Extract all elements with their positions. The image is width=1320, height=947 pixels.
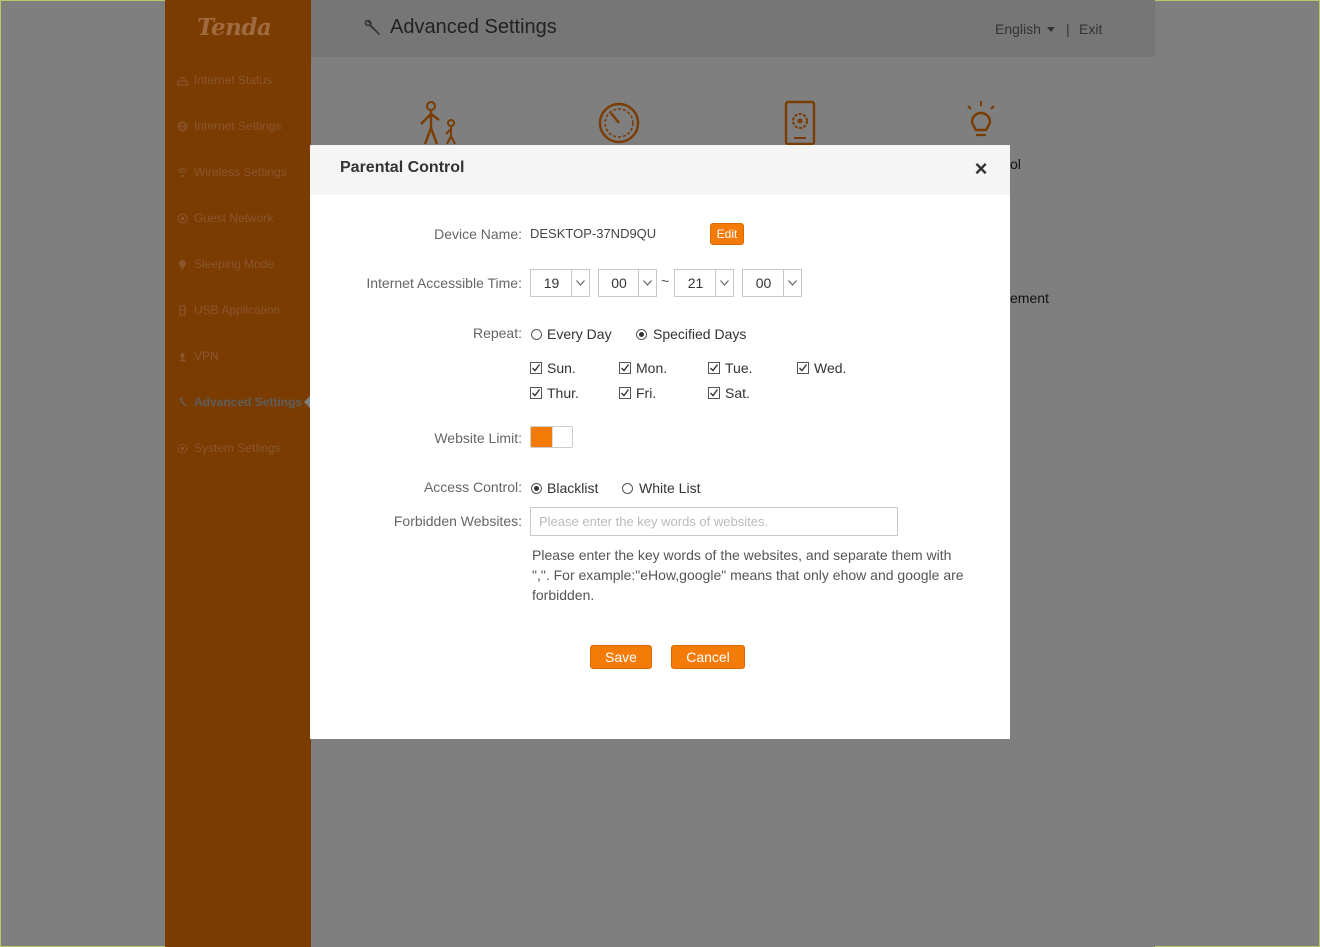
specified-days-radio[interactable]: [636, 329, 647, 340]
day-label: Sun.: [547, 360, 576, 376]
chevron-down-icon: [1047, 27, 1055, 32]
device-settings-icon: [784, 100, 816, 146]
moon-icon: [177, 259, 188, 270]
select-value: 21: [687, 275, 704, 291]
day-checkbox-fri[interactable]: [619, 387, 631, 399]
select-value: 00: [611, 275, 627, 291]
day-checkbox-sat[interactable]: [708, 387, 720, 399]
blacklist-label: Blacklist: [547, 480, 599, 496]
cancel-button[interactable]: Cancel: [671, 645, 745, 669]
page-title: Advanced Settings: [390, 16, 557, 38]
toggle-fill: [531, 427, 552, 447]
wifi-icon: [177, 167, 188, 178]
whitelist-label: White List: [639, 480, 701, 496]
accessible-time-label: Internet Accessible Time:: [366, 275, 522, 291]
every-day-label: Every Day: [547, 326, 612, 342]
sidebar-item-system-settings[interactable]: System Settings: [177, 438, 281, 458]
sidebar-item-label: Internet Status: [194, 73, 273, 87]
sidebar-item-label: Internet Settings: [194, 119, 282, 133]
chevron-down-icon: [715, 270, 733, 296]
dialog-title: Parental Control: [340, 159, 465, 176]
sidebar: Tenda Internet Status Internet Settings …: [165, 0, 311, 947]
sidebar-item-label: System Settings: [194, 441, 281, 455]
day-checkbox-thu[interactable]: [530, 387, 542, 399]
day-checkbox-wed[interactable]: [797, 362, 809, 374]
day-checkbox-mon[interactable]: [619, 362, 631, 374]
guest-icon: [177, 212, 188, 224]
bulb-icon: [967, 101, 995, 137]
sidebar-item-label: Wireless Settings: [194, 165, 287, 179]
sidebar-item-label: Advanced Settings: [194, 395, 303, 409]
toggle-knob: [552, 427, 572, 447]
device-name-value: DESKTOP-37ND9QU: [530, 226, 657, 241]
sidebar-item-label: VPN: [194, 349, 219, 363]
website-limit-label: Website Limit:: [434, 430, 522, 446]
background-label: ement: [1010, 290, 1049, 306]
usb-icon: [177, 304, 188, 316]
save-button[interactable]: Save: [590, 645, 652, 669]
sidebar-item-label: USB Application: [194, 303, 281, 317]
sidebar-item-usb-application[interactable]: USB Application: [177, 300, 280, 320]
sidebar-item-vpn[interactable]: VPN: [177, 346, 219, 366]
sidebar-item-label: Guest Network: [194, 211, 274, 225]
logo: Tenda: [197, 14, 272, 41]
forbidden-websites-label: Forbidden Websites:: [393, 513, 522, 529]
close-icon[interactable]: ×: [972, 158, 990, 180]
exit-link[interactable]: Exit: [1079, 21, 1102, 37]
end-hour-select[interactable]: 21: [674, 269, 734, 297]
background-label: ol: [1010, 156, 1021, 172]
vpn-icon: [177, 351, 188, 362]
chevron-down-icon: [783, 270, 801, 296]
day-checkbox-sun[interactable]: [530, 362, 542, 374]
day-label: Tue.: [725, 360, 753, 376]
access-control-label: Access Control:: [423, 479, 522, 495]
website-limit-toggle[interactable]: [530, 426, 573, 448]
wrench-icon: [364, 19, 380, 35]
forbidden-websites-input[interactable]: [531, 508, 897, 535]
sidebar-item-label: Sleeping Mode: [194, 257, 275, 271]
end-minute-select[interactable]: 00: [742, 269, 802, 297]
device-name-label: Device Name:: [434, 226, 522, 242]
sidebar-item-advanced-settings[interactable]: Advanced Settings: [177, 392, 302, 412]
sidebar-item-sleeping-mode[interactable]: Sleeping Mode: [177, 254, 274, 274]
select-value: 00: [755, 275, 772, 291]
chevron-down-icon: [571, 270, 589, 296]
speed-icon: [598, 102, 640, 144]
day-label: Sat.: [725, 385, 750, 401]
blacklist-radio[interactable]: [531, 483, 542, 494]
chevron-down-icon: [638, 270, 656, 296]
gear-icon: [177, 442, 188, 454]
wrench-icon: [177, 397, 188, 408]
day-label: Mon.: [636, 360, 668, 376]
language-select[interactable]: English: [995, 21, 1041, 37]
whitelist-radio[interactable]: [622, 483, 633, 494]
day-label: Fri.: [636, 385, 657, 401]
edit-button[interactable]: Edit: [710, 223, 744, 245]
globe-icon: [177, 120, 188, 132]
repeat-label: Repeat:: [472, 325, 522, 341]
forbidden-websites-field[interactable]: [530, 507, 898, 536]
day-checkbox-tue[interactable]: [708, 362, 720, 374]
sidebar-item-internet-settings[interactable]: Internet Settings: [177, 116, 281, 136]
router-icon: [177, 75, 188, 86]
parental-control-dialog: Parental Control × Device Name: DESKTOP-…: [310, 145, 1010, 739]
sidebar-item-internet-status[interactable]: Internet Status: [177, 70, 272, 90]
time-separator: ~: [661, 273, 670, 289]
day-label: Thur.: [547, 385, 579, 401]
select-value: 19: [543, 275, 560, 291]
sidebar-item-guest-network[interactable]: Guest Network: [177, 208, 273, 228]
parental-control-icon: [420, 101, 456, 145]
forbidden-websites-hint: Please enter the key words of the websit…: [532, 547, 964, 603]
specified-days-label: Specified Days: [653, 326, 747, 342]
header-separator: |: [1066, 21, 1070, 37]
start-minute-select[interactable]: 00: [598, 269, 657, 297]
start-hour-select[interactable]: 19: [530, 269, 590, 297]
sidebar-item-wireless-settings[interactable]: Wireless Settings: [177, 162, 287, 182]
every-day-radio[interactable]: [531, 329, 542, 340]
day-label: Wed.: [814, 360, 847, 376]
